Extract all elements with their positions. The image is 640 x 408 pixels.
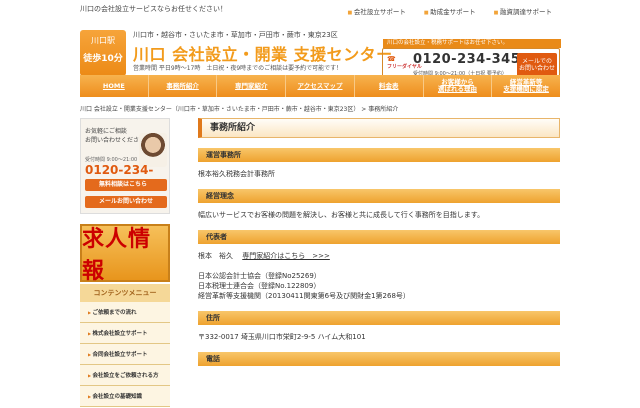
menu-item-flow[interactable]: ご依頼までの流れ (80, 302, 170, 323)
representative-name: 根本 裕久 (198, 252, 233, 260)
nav-access[interactable]: アクセスマップ (286, 75, 355, 97)
nav-office[interactable]: 事務所紹介 (149, 75, 218, 97)
qualifications: 日本公認会計士協会（登録No25269） 日本税理士連合会（登録No.12280… (198, 271, 560, 301)
office-name: 根本裕久税務会計事務所 (198, 170, 275, 178)
service-area: 川口市・越谷市・さいたま市・草加市・戸田市・蕨市・東京23区 (133, 31, 338, 39)
mail-contact-label: メールでの お問い合わせ (518, 58, 555, 72)
staff-photo (139, 133, 167, 167)
page-title: 事務所紹介 (198, 118, 560, 138)
station-badge: 川口駅 徒歩10分 (80, 30, 126, 76)
site-logo[interactable]: 川口 会社設立・開業 支援センター (133, 41, 393, 65)
contact-note: 川口の会社設立・税務サポートはお任せ下さい。 (383, 39, 561, 48)
recruit-banner[interactable]: 求人情報 (80, 224, 170, 284)
station-name: 川口駅 (91, 36, 115, 45)
section-heading-office: 運営事務所 (198, 148, 560, 162)
mail-contact-button[interactable]: メールでの お問い合わせ (517, 53, 557, 77)
nav-reasons[interactable]: お客様から 選ばれる理由 (424, 75, 493, 97)
sidebar: お気軽にご相談 お問い合わせください 受付時間 9:00〜21:00 0120-… (80, 118, 170, 407)
nav-home[interactable]: HOME (80, 75, 149, 97)
main-content: 事務所紹介 運営事務所 根本裕久税務会計事務所 経営理念 幅広いサービスでお客様… (198, 118, 560, 366)
top-link-finance[interactable]: 融資調達サポート (494, 6, 552, 16)
main-nav: HOME 事務所紹介 専門家紹介 アクセスマップ 料金表 お客様から 選ばれる理… (80, 75, 560, 97)
mail-inquiry-button[interactable]: メールお問い合わせ (85, 196, 167, 208)
content-menu-title: コンテンツメニュー (80, 284, 170, 302)
menu-item-kabushiki[interactable]: 株式会社設立サポート (80, 323, 170, 344)
section-heading-phone: 電話 (198, 352, 560, 366)
recruit-label: 求人情報 (82, 227, 152, 284)
address-text: 〒332-0017 埼玉県川口市栄町2-9-5 ハイム大和101 (198, 333, 366, 341)
side-consult-box: お気軽にご相談 お問い合わせください 受付時間 9:00〜21:00 0120-… (80, 118, 170, 214)
header-phone[interactable]: 0120-234-345 (413, 52, 520, 67)
representative-row: 根本 裕久 専門家紹介はこちら >>> (198, 251, 560, 261)
menu-item-request[interactable]: 会社設立をご依頼される方 (80, 365, 170, 386)
section-heading-address: 住所 (198, 311, 560, 325)
expert-profile-link[interactable]: 専門家紹介はこちら >>> (242, 252, 330, 260)
top-link-company[interactable]: 会社設立サポート (348, 6, 406, 16)
top-message: 川口の会社設立サービスならお任せください！ (80, 5, 227, 13)
nav-pricing[interactable]: 料金表 (355, 75, 424, 97)
qualification-item: 経営革新等支援機関（20130411関東第6号及び関財金1第268号） (198, 292, 410, 300)
breadcrumb: 川口 会社設立・開業支援センター（川口市・草加市・さいたま市・戸田市・蕨市・越谷… (80, 106, 399, 113)
menu-item-basics[interactable]: 会社設立の基礎知識 (80, 386, 170, 407)
top-bar: 川口の会社設立サービスならお任せください！ 会社設立サポート 助成金サポート 融… (0, 0, 640, 20)
qualification-item: 日本公認会計士協会（登録No25269） (198, 272, 321, 280)
top-link-subsidy[interactable]: 助成金サポート (424, 6, 476, 16)
section-heading-philosophy: 経営理念 (198, 189, 560, 203)
section-heading-representative: 代表者 (198, 230, 560, 244)
station-walk: 徒歩10分 (83, 54, 123, 64)
top-links: 会社設立サポート 助成金サポート 融資調達サポート (348, 6, 552, 16)
menu-item-godo[interactable]: 合同会社設立サポート (80, 344, 170, 365)
consult-text: お気軽にご相談 お問い合わせください (85, 128, 146, 144)
nav-experts[interactable]: 専門家紹介 (217, 75, 287, 97)
free-consult-button[interactable]: 無料相談はこちら (85, 179, 167, 191)
header: 川口駅 徒歩10分 川口市・越谷市・さいたま市・草加市・戸田市・蕨市・東京23区… (0, 18, 640, 84)
qualification-item: 日本税理士連合会（登録No.122809） (198, 282, 321, 290)
nav-certified[interactable]: 経営革新等 支援機関に認定 (492, 75, 560, 97)
philosophy-text: 幅広いサービスでお客様の問題を解決し、お客様と共に成長して行く事務所を目指します… (198, 211, 485, 219)
business-hours: 営業時間 平日9時〜17時 土日祝・夜9時までのご相談は要予約で可能です！ (133, 65, 343, 72)
side-hours: 受付時間 9:00〜21:00 (85, 157, 138, 163)
